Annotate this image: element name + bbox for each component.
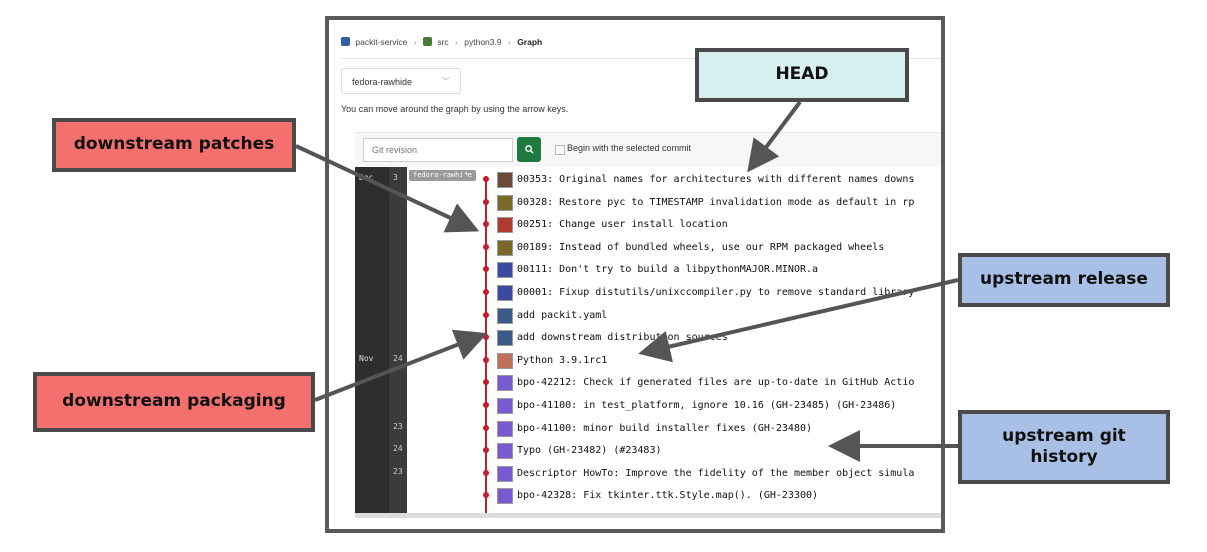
callout-downstream-packaging: downstream packaging	[33, 372, 315, 432]
author-avatar	[497, 285, 513, 301]
day-label: 23	[393, 421, 403, 431]
commit-message: bpo-41100: in test_platform, ignore 10.1…	[517, 400, 897, 411]
author-avatar	[497, 420, 513, 437]
graph-scrollbar[interactable]	[355, 513, 941, 518]
commit-message: Python 3.9.1rc1	[517, 354, 608, 366]
day-label: 3	[393, 173, 398, 182]
begin-selected-label: Begin with the selected commit	[567, 143, 692, 153]
day-column	[389, 167, 407, 513]
callout-downstream-patches: downstream patches	[52, 118, 296, 172]
callout-head: HEAD	[695, 48, 909, 102]
commit-node[interactable]	[483, 402, 489, 408]
commit-message: bpo-41100: minor build installer fixes (…	[517, 422, 813, 434]
commit-message: 00189: Instead of bundled wheels, use ou…	[517, 241, 885, 253]
callout-downstream-patches-label: downstream patches	[73, 134, 275, 155]
commit-node[interactable]	[483, 289, 489, 295]
commit-graph: fedora-rawhide 00353: Original names for…	[355, 167, 941, 518]
breadcrumb-item-repo[interactable]: python3.9	[464, 37, 501, 47]
breadcrumb-item-src[interactable]: src	[437, 37, 448, 47]
commit-node[interactable]	[483, 469, 489, 476]
commit-node[interactable]	[483, 198, 489, 205]
author-avatar	[497, 443, 513, 460]
commit-node[interactable]	[483, 334, 489, 341]
commit-node[interactable]	[483, 492, 489, 499]
author-avatar	[497, 465, 513, 482]
commit-node[interactable]	[483, 447, 489, 454]
commit-message: Descriptor HowTo: Improve the fidelity o…	[517, 467, 915, 479]
branch-select[interactable]: fedora-rawhide ﹀	[341, 68, 461, 94]
breadcrumb-separator: ›	[455, 36, 458, 47]
commit-message: 00353: Original names for architectures …	[517, 174, 915, 185]
breadcrumb-item-project[interactable]: packit-service	[355, 37, 407, 47]
author-avatar	[497, 488, 513, 505]
commit-node[interactable]	[483, 311, 489, 318]
author-avatar	[497, 194, 513, 211]
commit-message: 00328: Restore pyc to TIMESTAMP invalida…	[517, 196, 915, 208]
callout-head-label: HEAD	[775, 64, 829, 85]
git-revision-input[interactable]	[363, 138, 513, 162]
commit-message: 00001: Fixup distutils/unixccompiler.py …	[517, 287, 915, 298]
author-avatar	[497, 217, 513, 234]
author-avatar	[497, 262, 513, 279]
callout-upstream-release: upstream release	[958, 253, 1170, 307]
month-label: Dec	[359, 173, 374, 182]
commit-message: bpo-42328: Fix tkinter.ttk.Style.map(). …	[517, 490, 819, 502]
search-button[interactable]	[517, 137, 541, 162]
author-avatar	[497, 330, 513, 347]
commit-message: bpo-42212: Check if generated files are …	[517, 377, 915, 389]
breadcrumb-current: Graph	[517, 36, 543, 47]
begin-selected-checkbox[interactable]	[555, 145, 565, 155]
breadcrumb-separator: ›	[413, 36, 417, 47]
callout-upstream-release-label: upstream release	[980, 269, 1148, 290]
commit-node[interactable]	[483, 176, 489, 182]
branch-tag-pointer	[462, 172, 468, 180]
commit-node[interactable]	[483, 424, 489, 431]
repo-icon	[422, 37, 432, 47]
author-avatar	[497, 375, 513, 392]
author-avatar	[497, 307, 513, 324]
commit-node[interactable]	[483, 243, 489, 250]
commit-message: add downstream distribution sources	[517, 332, 728, 344]
callout-downstream-packaging-label: downstream packaging	[62, 391, 286, 412]
search-icon	[524, 144, 534, 154]
commit-node[interactable]	[483, 266, 489, 273]
day-label: 23	[393, 466, 403, 476]
callout-upstream-git-history: upstream git history	[958, 410, 1170, 484]
commit-message: 00111: Don't try to build a libpythonMAJ…	[517, 264, 819, 276]
graph-hint: You can move around the graph by using t…	[341, 104, 569, 114]
commit-node[interactable]	[483, 356, 489, 363]
author-avatar	[497, 398, 513, 414]
commit-message: add packit.yaml	[517, 309, 608, 321]
author-avatar	[497, 172, 513, 188]
author-avatar	[497, 352, 513, 369]
author-avatar	[497, 239, 513, 256]
callout-upstream-git-history-label: upstream git history	[1002, 425, 1126, 467]
breadcrumb-separator: ›	[507, 36, 511, 47]
day-label: 24	[393, 353, 403, 363]
project-icon	[341, 37, 350, 47]
breadcrumb: packit-service › src › python3.9 › Graph	[341, 36, 542, 47]
graph-toolbar: Begin with the selected commit	[355, 132, 941, 167]
day-label: 24	[393, 444, 403, 454]
month-column	[355, 167, 389, 513]
month-label: Nov	[359, 353, 374, 363]
commit-node[interactable]	[483, 221, 489, 228]
commit-message: Typo (GH-23482) (#23483)	[517, 445, 662, 457]
branch-select-value: fedora-rawhide	[352, 77, 413, 87]
commit-node[interactable]	[483, 379, 489, 386]
commit-message: 00251: Change user install location	[517, 219, 728, 231]
chevron-down-icon: ﹀	[442, 77, 450, 86]
